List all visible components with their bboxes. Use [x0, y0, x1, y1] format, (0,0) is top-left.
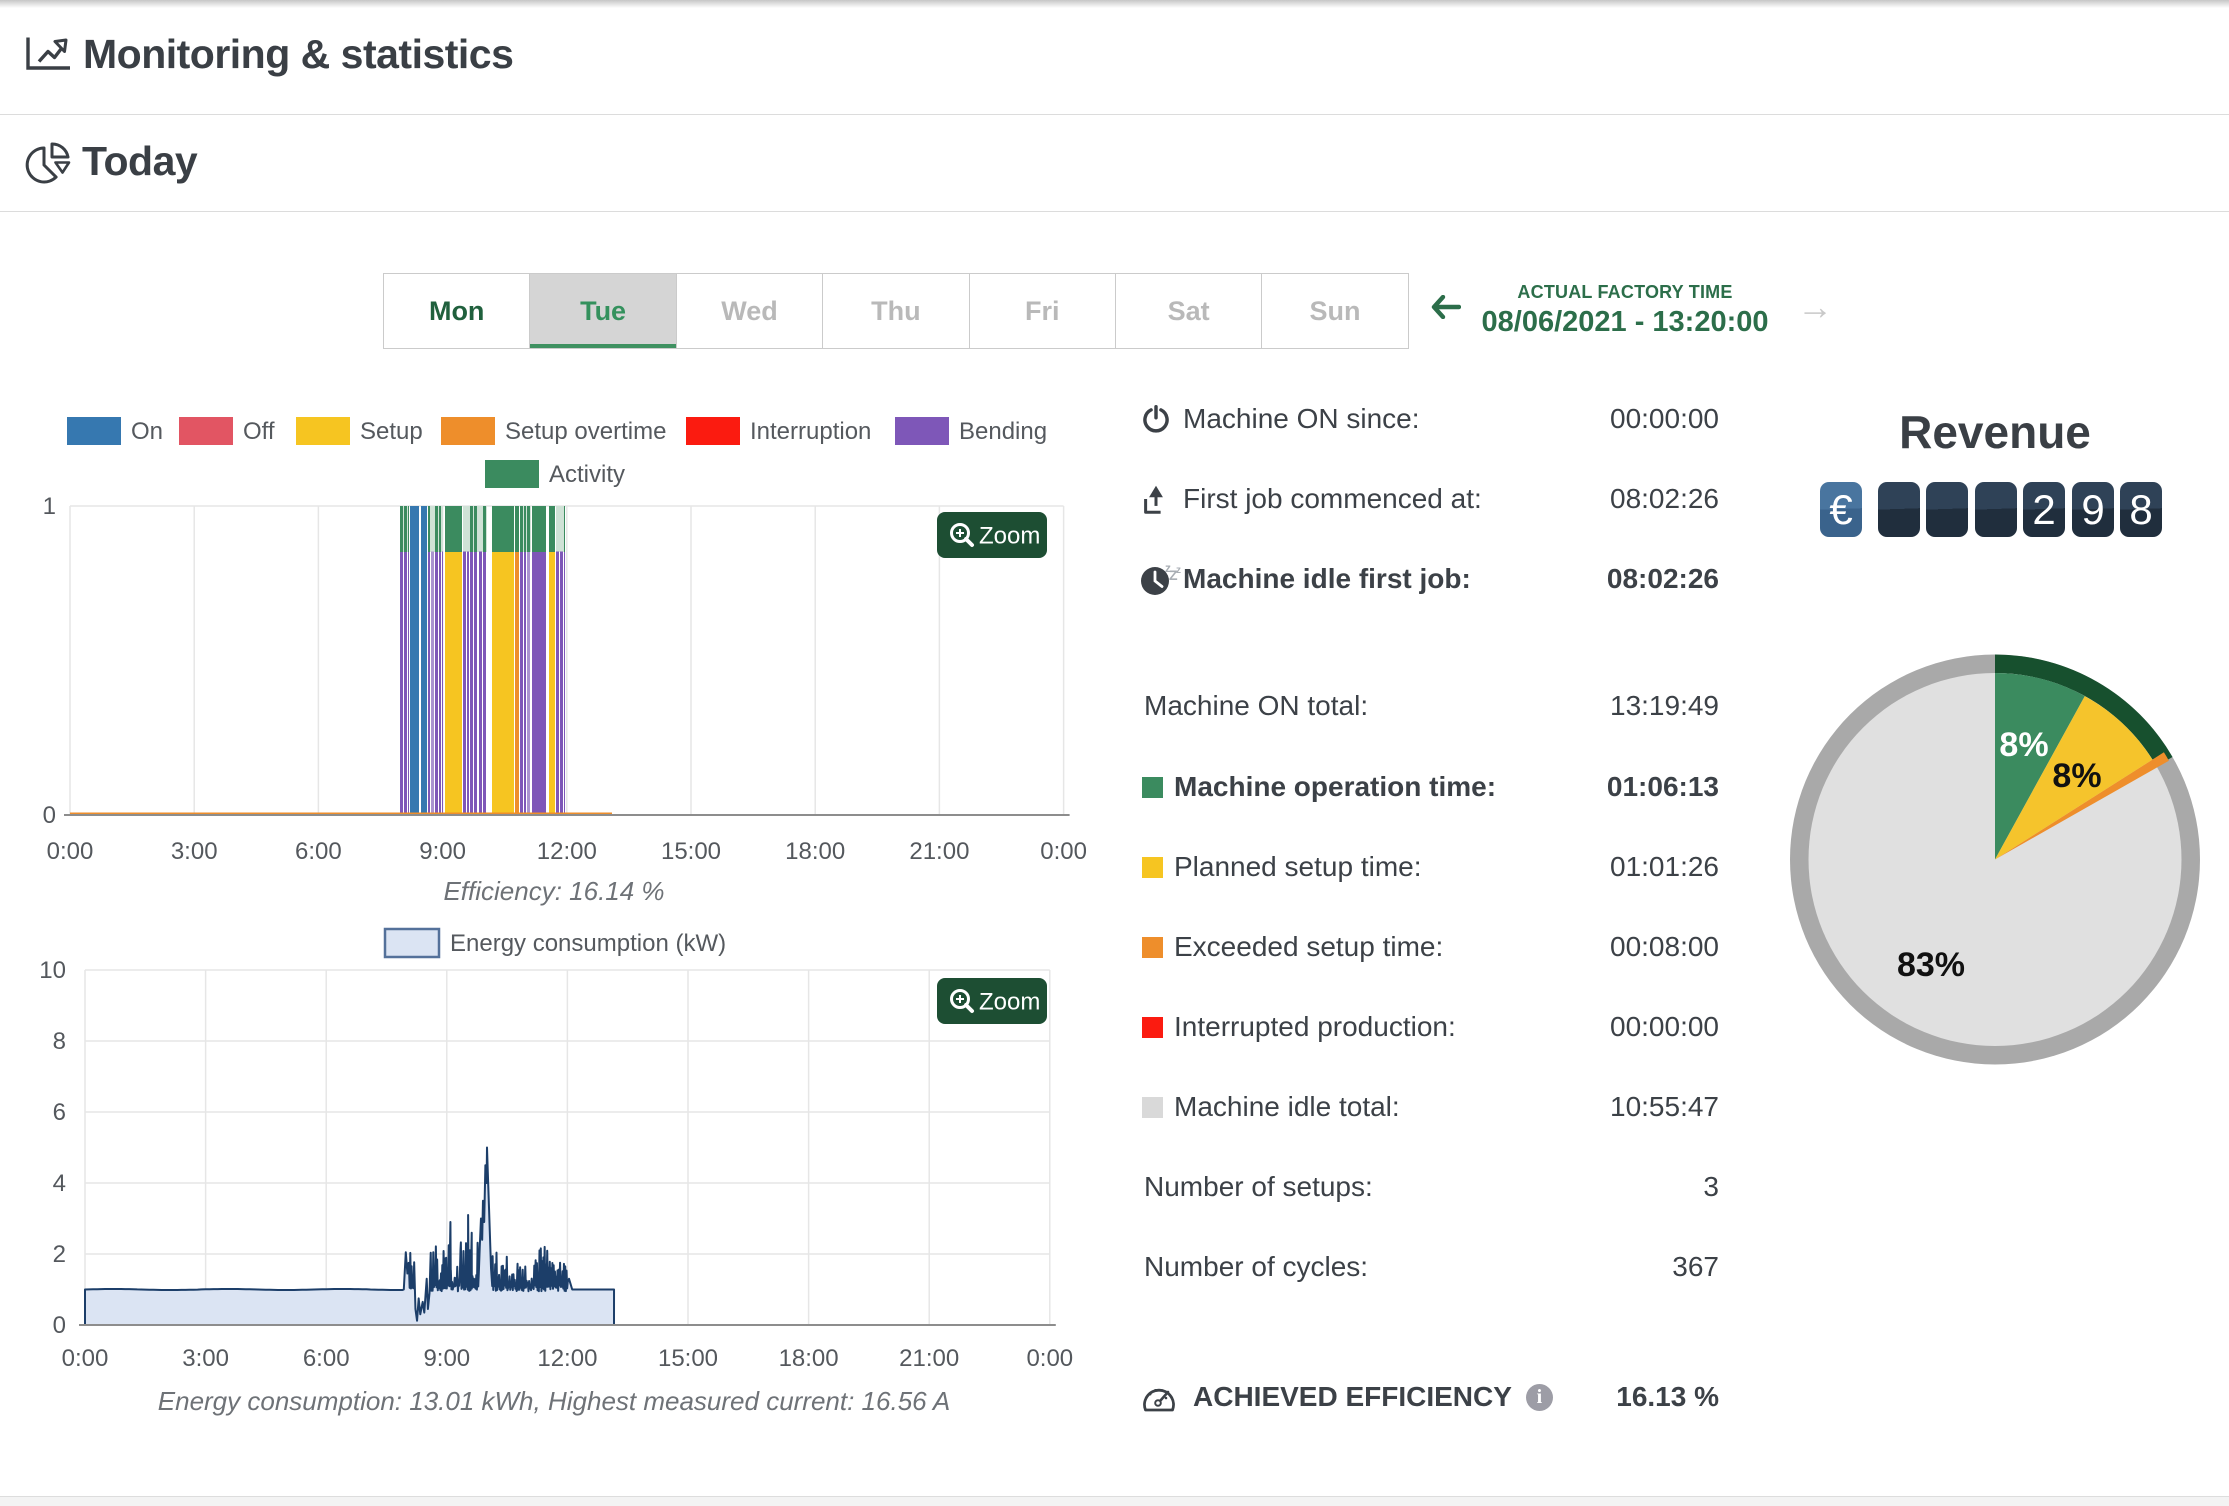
svg-text:8: 8: [53, 1028, 66, 1055]
svg-text:6:00: 6:00: [295, 838, 342, 865]
svg-text:Efficiency: 16.14 %: Efficiency: 16.14 %: [443, 876, 664, 906]
svg-text:3:00: 3:00: [182, 1345, 229, 1372]
svg-text:Energy consumption (kW): Energy consumption (kW): [450, 930, 726, 957]
svg-text:Off: Off: [243, 418, 275, 445]
svg-text:0: 0: [53, 1312, 66, 1339]
svg-text:10: 10: [39, 957, 66, 984]
svg-text:18:00: 18:00: [785, 838, 845, 865]
svg-text:2: 2: [53, 1241, 66, 1268]
svg-text:4: 4: [53, 1170, 66, 1197]
svg-text:12:00: 12:00: [537, 1345, 597, 1372]
svg-text:0:00: 0:00: [47, 838, 94, 865]
svg-text:8%: 8%: [1999, 726, 2048, 764]
svg-text:0:00: 0:00: [62, 1345, 109, 1372]
svg-text:83%: 83%: [1897, 946, 1965, 984]
svg-text:Interruption: Interruption: [750, 418, 871, 445]
svg-text:6:00: 6:00: [303, 1345, 350, 1372]
svg-text:z: z: [1176, 565, 1181, 576]
svg-text:On: On: [131, 418, 163, 445]
svg-text:6: 6: [53, 1099, 66, 1126]
svg-text:9:00: 9:00: [419, 838, 466, 865]
svg-text:Bending: Bending: [959, 418, 1047, 445]
svg-text:8%: 8%: [2052, 757, 2101, 795]
svg-text:0:00: 0:00: [1026, 1345, 1073, 1372]
svg-text:3:00: 3:00: [171, 838, 218, 865]
svg-text:Setup: Setup: [360, 418, 423, 445]
svg-text:0: 0: [43, 802, 56, 829]
svg-text:Zoom: Zoom: [979, 989, 1040, 1016]
svg-text:Energy consumption: 13.01 kWh,: Energy consumption: 13.01 kWh, Highest m…: [158, 1386, 950, 1416]
svg-text:9:00: 9:00: [423, 1345, 470, 1372]
svg-text:21:00: 21:00: [899, 1345, 959, 1372]
svg-text:Zoom: Zoom: [979, 523, 1040, 550]
svg-text:18:00: 18:00: [779, 1345, 839, 1372]
svg-text:0:00: 0:00: [1040, 838, 1087, 865]
svg-text:21:00: 21:00: [909, 838, 969, 865]
svg-text:Activity: Activity: [549, 461, 625, 488]
svg-text:Setup overtime: Setup overtime: [505, 418, 666, 445]
svg-text:15:00: 15:00: [658, 1345, 718, 1372]
svg-text:1: 1: [43, 493, 56, 520]
svg-text:15:00: 15:00: [661, 838, 721, 865]
svg-text:12:00: 12:00: [537, 838, 597, 865]
